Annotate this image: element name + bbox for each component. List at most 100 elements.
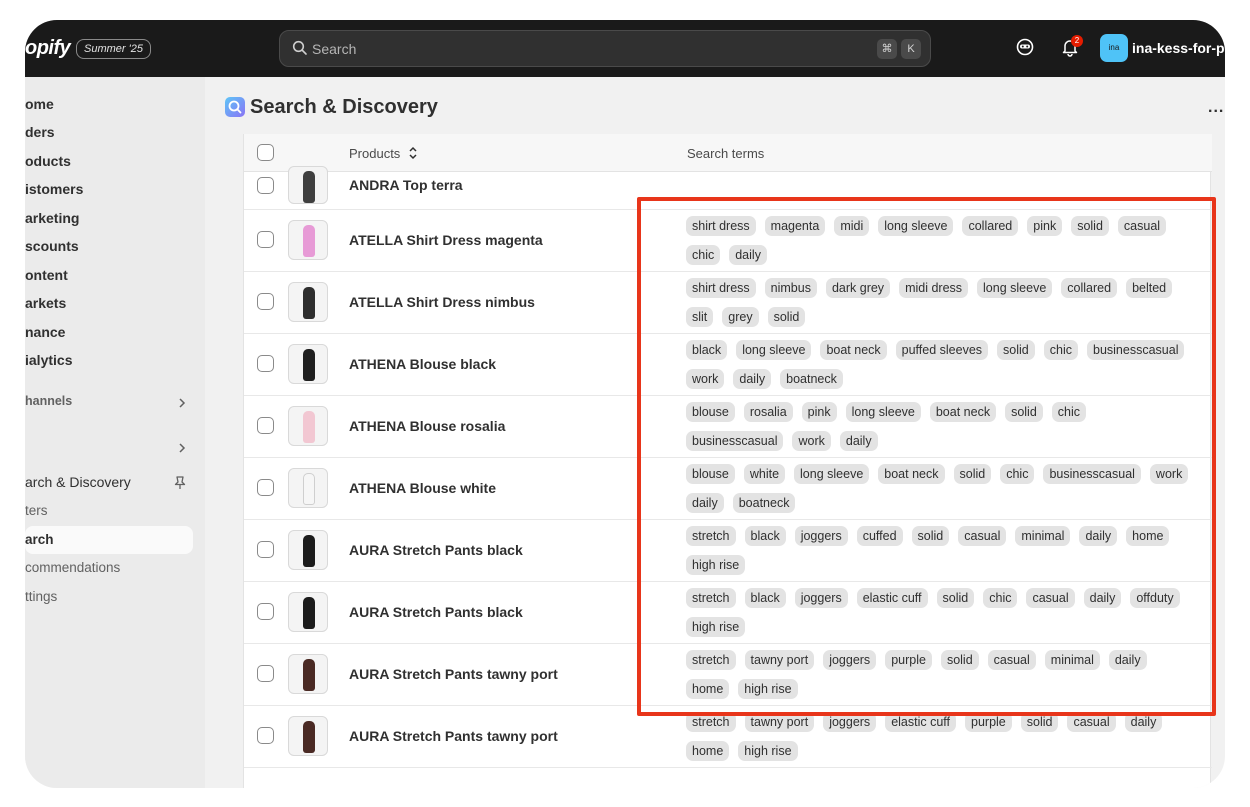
sidebar-item-orders[interactable]: ders: [25, 124, 55, 140]
product-thumbnail: [288, 530, 328, 570]
search-term-tag: cuffed: [856, 526, 903, 546]
sidebar-item-customers[interactable]: istomers: [25, 181, 83, 197]
search-term-tag: long sleeve: [794, 464, 870, 484]
search-term-tag: pink: [801, 402, 837, 422]
search-term-tag: long sleeve: [845, 402, 921, 422]
more-actions-button[interactable]: ...: [1208, 99, 1224, 117]
sidebar-item-marketing[interactable]: arketing: [25, 210, 79, 226]
sidebar-item-content[interactable]: ontent: [25, 267, 68, 283]
product-thumbnail: [288, 406, 328, 446]
product-name[interactable]: ATHENA Blouse black: [349, 356, 496, 372]
search-term-tag: elastic cuff: [885, 712, 957, 732]
search-term-tag: work: [792, 430, 831, 451]
chevron-right-icon[interactable]: [175, 441, 189, 455]
product-photo: [303, 225, 315, 257]
search-term-tag: solid: [1020, 712, 1059, 732]
sidebar-item-markets[interactable]: arkets: [25, 295, 66, 311]
chevron-right-icon[interactable]: [175, 396, 189, 410]
table-row[interactable]: ATHENA Blouse rosalia blouse rosalia pink lo…: [244, 396, 1212, 458]
table-row[interactable]: AURA Stretch Pants tawny port stretch tawn…: [244, 644, 1212, 706]
product-name[interactable]: AURA Stretch Pants black: [349, 604, 523, 620]
store-avatar[interactable]: ina: [1100, 34, 1128, 62]
table-row[interactable]: AURA Stretch Pants tawny port stretch tawn…: [244, 706, 1212, 768]
sort-icon[interactable]: [408, 145, 418, 161]
search-term-tag: daily: [1079, 526, 1118, 546]
row-checkbox[interactable]: [257, 727, 274, 744]
search-term-tag: boat neck: [820, 340, 887, 360]
search-term-tag: daily: [1108, 650, 1147, 670]
product-photo: [303, 597, 315, 629]
table-row[interactable]: ATELLA Shirt Dress magenta shirt dress mag…: [244, 210, 1212, 272]
search-term-tag: solid: [953, 464, 992, 484]
search-terms-list: black long sleeve boat neck puffed sleeves s…: [686, 340, 1191, 397]
sidekick-icon[interactable]: [1015, 37, 1035, 57]
sidebar-item-finance[interactable]: nance: [25, 324, 65, 340]
sidebar-item-discounts[interactable]: scounts: [25, 238, 79, 254]
sidebar-subitem-filters[interactable]: ters: [25, 503, 48, 518]
row-checkbox[interactable]: [257, 231, 274, 248]
row-checkbox[interactable]: [257, 541, 274, 558]
product-name[interactable]: ANDRA Top terra: [349, 177, 463, 193]
search-terms-list: shirt dress nimbus dark grey midi dress long…: [686, 278, 1191, 335]
sidebar-item-home[interactable]: ome: [25, 96, 54, 112]
sidebar-app-search-discovery[interactable]: arch & Discovery: [25, 474, 131, 490]
select-all-checkbox[interactable]: [257, 144, 274, 161]
sidebar-item-analytics[interactable]: ialytics: [25, 352, 72, 368]
row-checkbox[interactable]: [257, 355, 274, 372]
product-thumbnail: [288, 220, 328, 260]
search-term-tag: casual: [987, 650, 1036, 670]
shopify-logo[interactable]: opify: [25, 37, 71, 60]
search-term-tag: black: [744, 526, 786, 546]
row-checkbox[interactable]: [257, 603, 274, 620]
search-term-tag: grey: [722, 306, 759, 327]
search-terms-list: stretch tawny port joggers purple solid casua…: [686, 650, 1191, 707]
search-icon: [292, 40, 307, 55]
search-term-tag: joggers: [823, 650, 877, 670]
column-header-products[interactable]: Products: [349, 146, 400, 161]
product-photo: [303, 287, 315, 319]
search-term-tag: black: [744, 588, 786, 608]
product-name[interactable]: ATELLA Shirt Dress magenta: [349, 232, 543, 248]
search-term-tag: work: [1149, 464, 1189, 484]
search-term-tag: chic: [686, 244, 721, 265]
row-checkbox[interactable]: [257, 177, 274, 194]
product-thumbnail: [288, 344, 328, 384]
product-name[interactable]: AURA Stretch Pants tawny port: [349, 728, 558, 744]
search-term-tag: puffed sleeves: [895, 340, 989, 360]
product-name[interactable]: AURA Stretch Pants black: [349, 542, 523, 558]
app-window: opify Summer '25 Search ⌘ K 2 ina ina-ke…: [25, 20, 1225, 788]
row-checkbox[interactable]: [257, 665, 274, 682]
product-name[interactable]: ATHENA Blouse rosalia: [349, 418, 505, 434]
search-term-tag: nimbus: [764, 278, 817, 298]
sidebar-subitem-recommendations[interactable]: commendations: [25, 560, 120, 575]
sales-channels-section[interactable]: hannels: [25, 394, 72, 408]
table-row[interactable]: ATHENA Blouse black black long sleeve boat …: [244, 334, 1212, 396]
table-row[interactable]: ANDRA Top terra: [244, 166, 1212, 210]
row-checkbox[interactable]: [257, 479, 274, 496]
global-search-bar[interactable]: Search ⌘ K: [279, 30, 931, 67]
table-row[interactable]: ATHENA Blouse white blouse white long sleev…: [244, 458, 1212, 520]
row-checkbox[interactable]: [257, 417, 274, 434]
sidebar-subitem-search[interactable]: arch: [25, 532, 54, 547]
search-term-tag: chic: [983, 588, 1018, 608]
search-term-tag: chic: [1051, 402, 1087, 422]
search-term-tag: purple: [965, 712, 1012, 732]
search-term-tag: daily: [1124, 712, 1163, 732]
table-row[interactable]: ATELLA Shirt Dress nimbus shirt dress nimb…: [244, 272, 1212, 334]
search-term-tag: daily: [733, 368, 772, 389]
sidebar-subitem-settings[interactable]: ttings: [25, 589, 57, 604]
table-row[interactable]: AURA Stretch Pants black stretch black jogg…: [244, 582, 1212, 644]
table-row[interactable]: AURA Stretch Pants black stretch black jogg…: [244, 520, 1212, 582]
search-term-tag: high rise: [738, 678, 798, 699]
magnifier-icon: [228, 100, 242, 114]
pin-icon[interactable]: [172, 475, 188, 491]
product-name[interactable]: ATHENA Blouse white: [349, 480, 496, 496]
product-name[interactable]: AURA Stretch Pants tawny port: [349, 666, 558, 682]
search-term-tag: blouse: [686, 402, 735, 422]
search-term-tag: boatneck: [780, 368, 843, 389]
sidebar-item-products[interactable]: oducts: [25, 153, 71, 169]
row-checkbox[interactable]: [257, 293, 274, 310]
product-name[interactable]: ATELLA Shirt Dress nimbus: [349, 294, 535, 310]
store-name[interactable]: ina-kess-for-po: [1132, 40, 1225, 56]
search-term-tag: solid: [767, 306, 806, 327]
